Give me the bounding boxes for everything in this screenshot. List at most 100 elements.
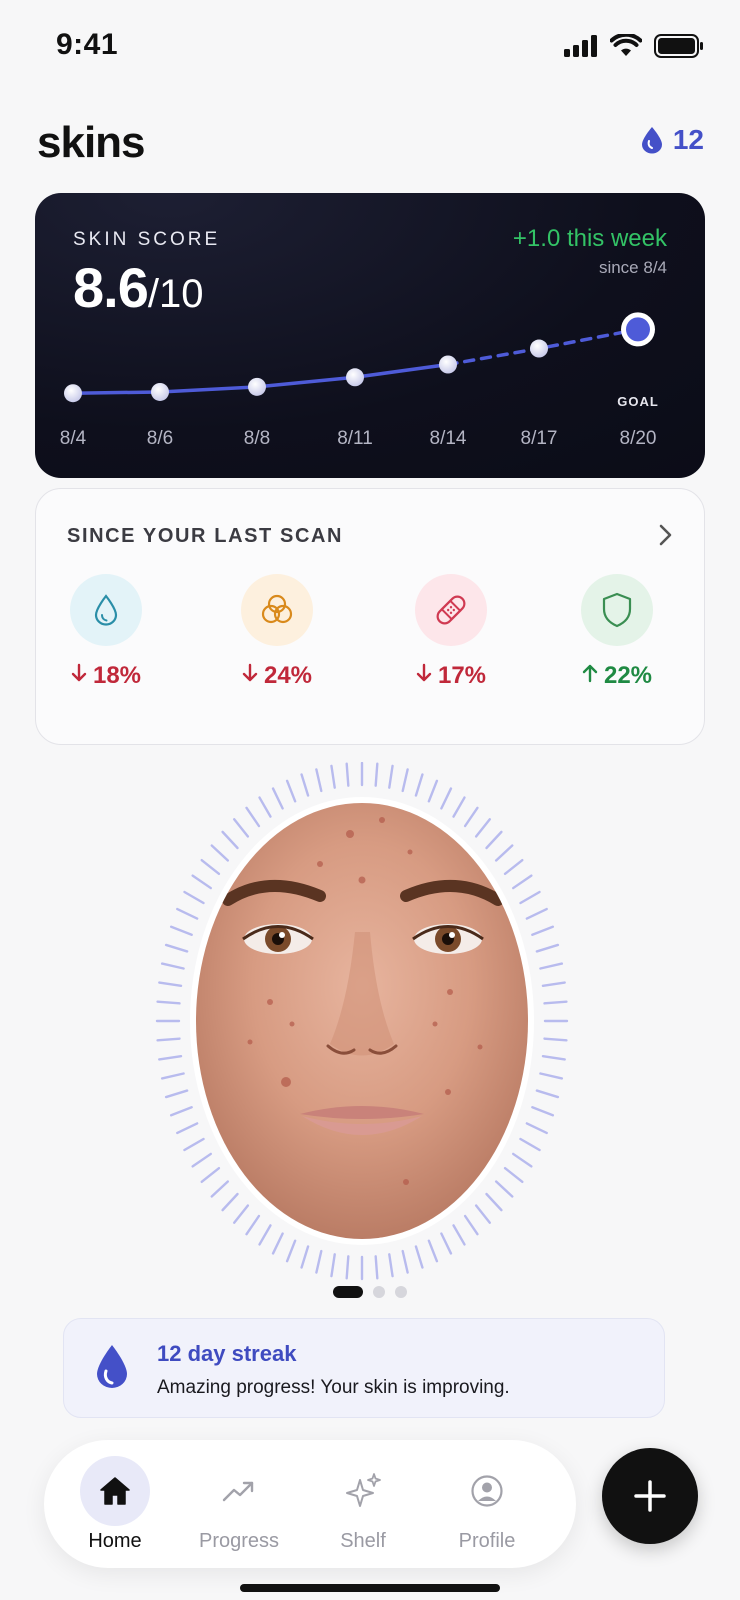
scan-ring-tick — [258, 796, 272, 818]
arrow-up-icon — [582, 662, 598, 690]
scan-ring-tick — [414, 1245, 424, 1269]
scan-ring-tick — [330, 764, 336, 789]
scan-ring-tick — [210, 1180, 230, 1198]
scan-ring-tick — [485, 830, 503, 850]
streak-drop-icon — [97, 1345, 127, 1388]
scan-ring-tick — [539, 1072, 564, 1080]
sparkle-icon — [328, 1456, 398, 1526]
scan-ring-tick — [183, 890, 205, 905]
scan-ring-tick — [200, 1166, 221, 1184]
scan-ring-tick — [414, 773, 424, 797]
arrow-down-icon — [242, 662, 258, 690]
scan-ring-tick — [330, 1253, 336, 1278]
carousel-dot[interactable] — [333, 1286, 363, 1298]
scan-ring-tick — [474, 818, 492, 838]
data-point — [248, 377, 266, 396]
water-drop-icon — [70, 574, 142, 646]
data-point — [151, 382, 169, 401]
scan-ring-tick — [158, 981, 183, 988]
scan-ring-tick — [519, 1137, 541, 1152]
nav-label-progress: Progress — [198, 1529, 280, 1552]
bottom-nav: Home Progress Shelf Profile — [44, 1440, 576, 1568]
streak-drop-icon — [641, 127, 662, 154]
pores-icon — [241, 574, 313, 646]
metric-delta: 22% — [582, 662, 652, 690]
shield-icon — [581, 574, 653, 646]
carousel-dot[interactable] — [373, 1286, 385, 1298]
scan-ring-tick — [191, 874, 212, 890]
nav-item-shelf[interactable]: Shelf — [300, 1440, 426, 1568]
cellular-signal-icon — [564, 35, 597, 57]
scan-ring-tick — [221, 830, 239, 850]
scan-ring-tick — [440, 1232, 453, 1255]
scan-ring-tick — [158, 1054, 183, 1061]
scan-ring-tick — [164, 943, 189, 953]
scan-ring-tick — [494, 1180, 514, 1198]
home-icon — [80, 1455, 150, 1526]
scan-ring-tick — [345, 1255, 350, 1280]
arrow-down-icon — [71, 662, 87, 690]
bandage-icon — [415, 574, 487, 646]
scan-ring-tick — [300, 773, 310, 797]
scan-card-title: SINCE YOUR LAST SCAN — [67, 525, 344, 547]
scan-ring-tick — [374, 1255, 379, 1280]
streak-title: 12 day streak — [157, 1341, 297, 1366]
chevron-right-icon[interactable] — [658, 523, 674, 547]
x-tick-label: 8/4 — [60, 428, 87, 449]
add-scan-button[interactable] — [602, 1448, 698, 1544]
scan-ring-tick — [541, 981, 566, 988]
scan-ring-tick — [535, 1089, 560, 1099]
scan-ring-tick — [245, 1214, 261, 1236]
scan-ring-tick — [210, 844, 230, 862]
metric-hydration[interactable]: 18% — [46, 574, 166, 690]
scan-ring-tick — [258, 1224, 272, 1246]
score-chart: GOAL 8/4 8/6 8/8 8/11 8/14 8/17 8/20 — [60, 312, 658, 449]
scan-ring-tick — [160, 1072, 185, 1080]
data-point — [439, 355, 457, 374]
scan-ring-tick — [232, 1204, 250, 1224]
scan-ring-tick — [156, 1037, 181, 1042]
nav-item-progress[interactable]: Progress — [176, 1440, 302, 1568]
scan-ring-tick — [271, 787, 284, 810]
scan-ring-tick — [183, 1137, 205, 1152]
scan-ring-tick — [494, 844, 514, 862]
goal-point — [626, 317, 650, 342]
scan-ring-tick — [388, 1253, 394, 1278]
plus-icon — [634, 1480, 666, 1512]
metric-delta: 17% — [416, 662, 486, 690]
scan-ring-tick — [541, 1054, 566, 1061]
face-scan-preview[interactable] — [150, 761, 580, 1284]
metric-blemishes[interactable]: 17% — [391, 574, 511, 690]
scan-ring-tick — [176, 907, 199, 920]
metric-barrier[interactable]: 22% — [557, 574, 677, 690]
scan-ring-tick — [543, 1000, 568, 1005]
last-scan-card[interactable]: SINCE YOUR LAST SCAN 18% 24% 17% 22% — [35, 488, 705, 745]
scan-ring-tick — [474, 1204, 492, 1224]
carousel-dot[interactable] — [395, 1286, 407, 1298]
x-tick-label: 8/14 — [430, 428, 467, 449]
scan-ring-tick — [512, 1152, 533, 1168]
scan-ring-tick — [160, 962, 185, 970]
nav-item-profile[interactable]: Profile — [424, 1440, 550, 1568]
scan-ring-tick — [169, 1106, 193, 1117]
scan-ring-tick — [503, 858, 524, 876]
streak-banner[interactable]: 12 day streak Amazing progress! Your ski… — [63, 1318, 665, 1418]
skin-score-card[interactable]: SKIN SCORE 8.6/10 +1.0 this week since 8… — [35, 193, 705, 478]
x-tick-label: 8/20 — [620, 428, 657, 449]
scan-ring-tick — [543, 1037, 568, 1042]
carousel-indicator[interactable] — [0, 1286, 740, 1298]
scan-ring-tick — [463, 1214, 479, 1236]
nav-item-home[interactable]: Home — [52, 1440, 178, 1568]
scan-ring-tick — [315, 768, 323, 793]
x-tick-label: 8/11 — [337, 428, 373, 449]
metric-pores[interactable]: 24% — [217, 574, 337, 690]
wifi-icon — [610, 34, 642, 56]
x-tick-label: 8/17 — [521, 428, 558, 449]
scan-ring-tick — [485, 1192, 503, 1212]
profile-icon — [452, 1456, 522, 1526]
scan-ring-tick — [427, 1239, 439, 1263]
streak-badge[interactable]: 12 — [641, 124, 704, 156]
scan-ring-tick — [315, 1249, 323, 1274]
nav-label-home: Home — [88, 1529, 142, 1552]
scan-ring-tick — [271, 1232, 284, 1255]
